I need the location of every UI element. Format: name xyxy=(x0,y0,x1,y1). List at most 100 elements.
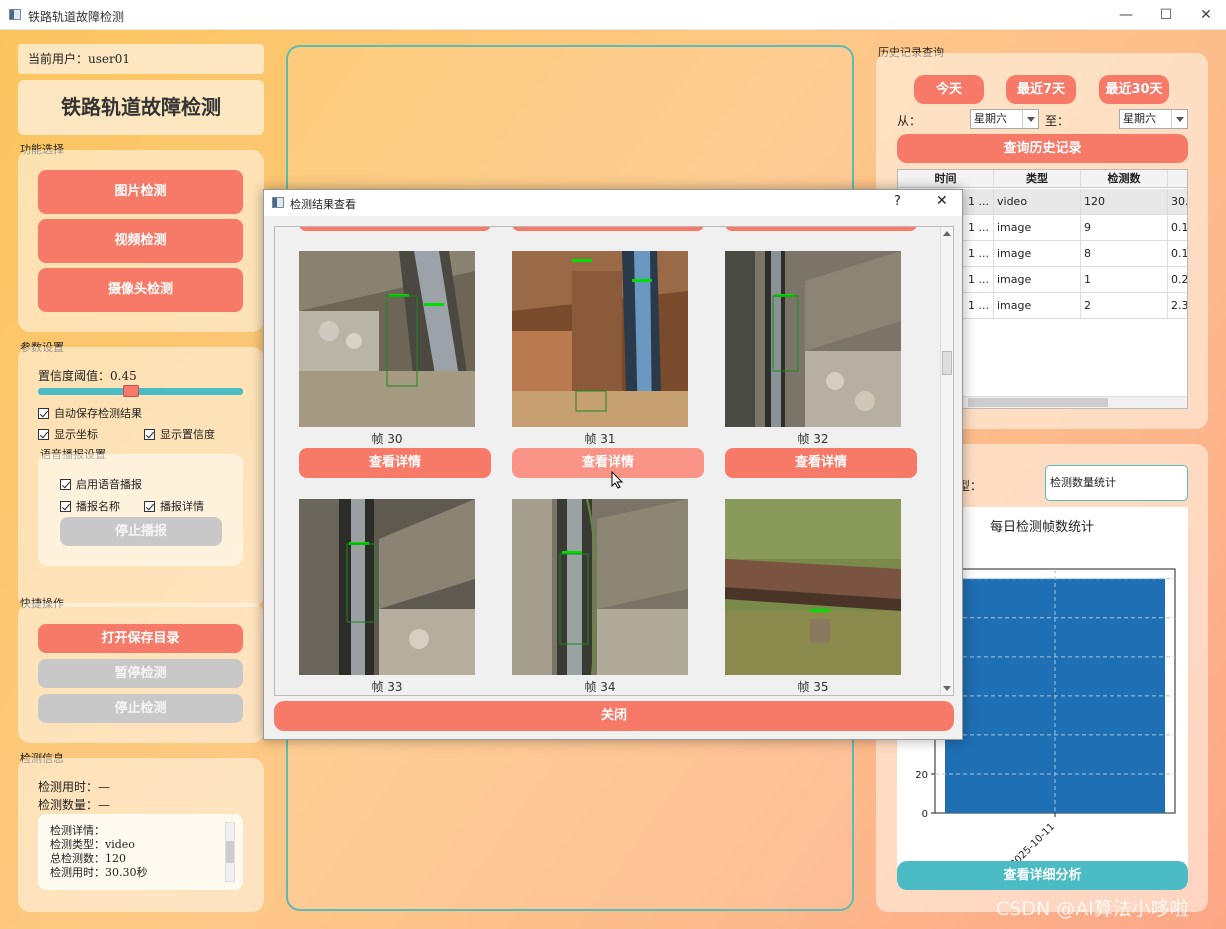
detail-analysis-button[interactable]: 查看详细分析 xyxy=(897,861,1188,890)
partial-detail-button[interactable] xyxy=(725,227,917,231)
frame-thumbnail xyxy=(725,251,901,427)
table-cell[interactable]: image xyxy=(994,215,1081,241)
chevron-down-icon xyxy=(1171,110,1187,128)
frame-thumbnail xyxy=(299,499,475,675)
frame-image[interactable] xyxy=(512,251,688,427)
to-date-value: 星期六 xyxy=(1123,112,1156,125)
table-cell[interactable]: image xyxy=(994,293,1081,319)
window-title: 铁路轨道故障检测 xyxy=(28,10,125,24)
checkbox-mark xyxy=(144,500,155,512)
confidence-slider[interactable] xyxy=(38,385,243,397)
col-header-type[interactable]: 类型 xyxy=(994,170,1081,188)
voice-enable-checkbox[interactable]: 启用语音播报 xyxy=(60,476,142,492)
maximize-button[interactable]: ☐ xyxy=(1146,0,1186,30)
results-dialog: 检测结果查看 ? ✕ 帧 30 查看详情 帧 31 查看详情 帧 32 查看详情… xyxy=(263,189,963,740)
camera-detect-button[interactable]: 摄像头检测 xyxy=(38,268,243,312)
to-label: 至： xyxy=(1045,114,1070,128)
show-confidence-label: 显示置信度 xyxy=(160,428,215,441)
frames-scroll-area[interactable]: 帧 30 查看详情 帧 31 查看详情 帧 32 查看详情 帧 33 帧 34 … xyxy=(274,226,954,696)
from-date-value: 星期六 xyxy=(974,112,1007,125)
scroll-down-icon[interactable] xyxy=(943,686,951,691)
stats-type-combo[interactable]: 检测数量统计 xyxy=(1045,465,1188,501)
open-save-dir-button[interactable]: 打开保存目录 xyxy=(38,624,243,653)
table-cell[interactable]: 120 xyxy=(1081,189,1168,215)
window-titlebar: 铁路轨道故障检测 — ☐ ✕ xyxy=(0,0,1226,30)
view-detail-button[interactable]: 查看详情 xyxy=(725,448,917,478)
frames-vscrollbar[interactable] xyxy=(940,227,953,695)
table-cell[interactable]: image xyxy=(994,241,1081,267)
table-cell[interactable]: 1 xyxy=(1081,267,1168,293)
show-confidence-checkbox[interactable]: 显示置信度 xyxy=(144,426,215,442)
hscroll-thumb[interactable] xyxy=(968,398,1108,407)
last30-button[interactable]: 最近30天 xyxy=(1099,75,1169,104)
app-heading: 铁路轨道故障检测 xyxy=(18,80,264,135)
last7-button[interactable]: 最近7天 xyxy=(1006,75,1076,104)
query-history-button[interactable]: 查询历史记录 xyxy=(897,134,1188,163)
dialog-close-icon[interactable]: ✕ xyxy=(936,193,948,209)
dialog-title: 检测结果查看 xyxy=(290,198,356,211)
close-window-button[interactable]: ✕ xyxy=(1186,0,1226,30)
minimize-button[interactable]: — xyxy=(1106,0,1146,30)
detect-count-label: 检测数量：— xyxy=(38,798,111,812)
frame-label: 帧 34 xyxy=(584,680,616,694)
auto-save-checkbox[interactable]: 自动保存检测结果 xyxy=(38,405,142,421)
frame-label: 帧 32 xyxy=(797,432,829,446)
dialog-close-button[interactable]: 关闭 xyxy=(274,701,954,731)
mouse-cursor-icon xyxy=(611,471,624,489)
stop-voice-button[interactable]: 停止播报 xyxy=(60,517,222,546)
table-cell[interactable]: 2.3 xyxy=(1168,293,1187,319)
table-cell[interactable]: 2 xyxy=(1081,293,1168,319)
checkbox-mark xyxy=(60,478,71,490)
detail-line: 检测详情： xyxy=(50,824,105,837)
dialog-app-icon xyxy=(272,197,284,208)
detail-textbox[interactable]: 检测详情： 检测类型：video 总检测数：120 检测用时：30.30秒 xyxy=(38,814,243,890)
col-header-duration[interactable] xyxy=(1168,170,1187,188)
scroll-thumb[interactable] xyxy=(226,841,234,863)
table-cell[interactable]: 0.1 xyxy=(1168,215,1187,241)
frame-image[interactable] xyxy=(299,499,475,675)
view-detail-button[interactable]: 查看详情 xyxy=(299,448,491,478)
view-detail-button-hovered[interactable]: 查看详情 xyxy=(512,448,704,478)
frame-image[interactable] xyxy=(725,499,901,675)
table-cell[interactable]: 0.2 xyxy=(1168,267,1187,293)
voice-name-checkbox[interactable]: 播报名称 xyxy=(60,498,120,514)
voice-detail-label: 播报详情 xyxy=(160,500,204,513)
to-date-combo[interactable]: 星期六 xyxy=(1119,109,1188,129)
show-coords-checkbox[interactable]: 显示坐标 xyxy=(38,426,98,442)
table-cell[interactable]: 30. xyxy=(1168,189,1187,215)
frame-thumbnail xyxy=(299,251,475,427)
confidence-slider-handle[interactable] xyxy=(123,385,139,397)
col-header-count[interactable]: 检测数 xyxy=(1081,170,1168,188)
detail-scrollbar[interactable] xyxy=(225,822,235,882)
watermark: CSDN @AI算法小哆啦 xyxy=(996,898,1189,920)
confidence-label: 置信度阈值：0.45 xyxy=(38,369,137,383)
table-cell[interactable]: image xyxy=(994,267,1081,293)
auto-save-label: 自动保存检测结果 xyxy=(54,407,142,420)
help-button[interactable]: ? xyxy=(894,194,901,209)
detail-line: 检测类型：video xyxy=(50,838,135,851)
voice-detail-checkbox[interactable]: 播报详情 xyxy=(144,498,204,514)
table-cell[interactable]: video xyxy=(994,189,1081,215)
table-cell[interactable]: 8 xyxy=(1081,241,1168,267)
detect-time-label: 检测用时：— xyxy=(38,780,111,794)
frame-image[interactable] xyxy=(725,251,901,427)
frame-image[interactable] xyxy=(512,499,688,675)
frame-thumbnail xyxy=(512,251,688,427)
partial-detail-button[interactable] xyxy=(512,227,704,231)
today-button[interactable]: 今天 xyxy=(914,75,984,104)
scroll-up-icon[interactable] xyxy=(943,231,951,236)
scroll-thumb[interactable] xyxy=(942,351,952,375)
partial-detail-button[interactable] xyxy=(299,227,491,231)
frame-label: 帧 33 xyxy=(371,680,403,694)
voice-enable-label: 启用语音播报 xyxy=(76,478,142,491)
show-coords-label: 显示坐标 xyxy=(54,428,98,441)
col-header-time[interactable]: 时间 xyxy=(898,170,994,188)
image-detect-button[interactable]: 图片检测 xyxy=(38,170,243,214)
table-cell[interactable]: 0.1 xyxy=(1168,241,1187,267)
video-detect-button[interactable]: 视频检测 xyxy=(38,219,243,263)
frame-image[interactable] xyxy=(299,251,475,427)
table-cell[interactable]: 9 xyxy=(1081,215,1168,241)
from-date-combo[interactable]: 星期六 xyxy=(970,109,1039,129)
stop-detect-button[interactable]: 停止检测 xyxy=(38,694,243,723)
pause-detect-button[interactable]: 暂停检测 xyxy=(38,659,243,688)
